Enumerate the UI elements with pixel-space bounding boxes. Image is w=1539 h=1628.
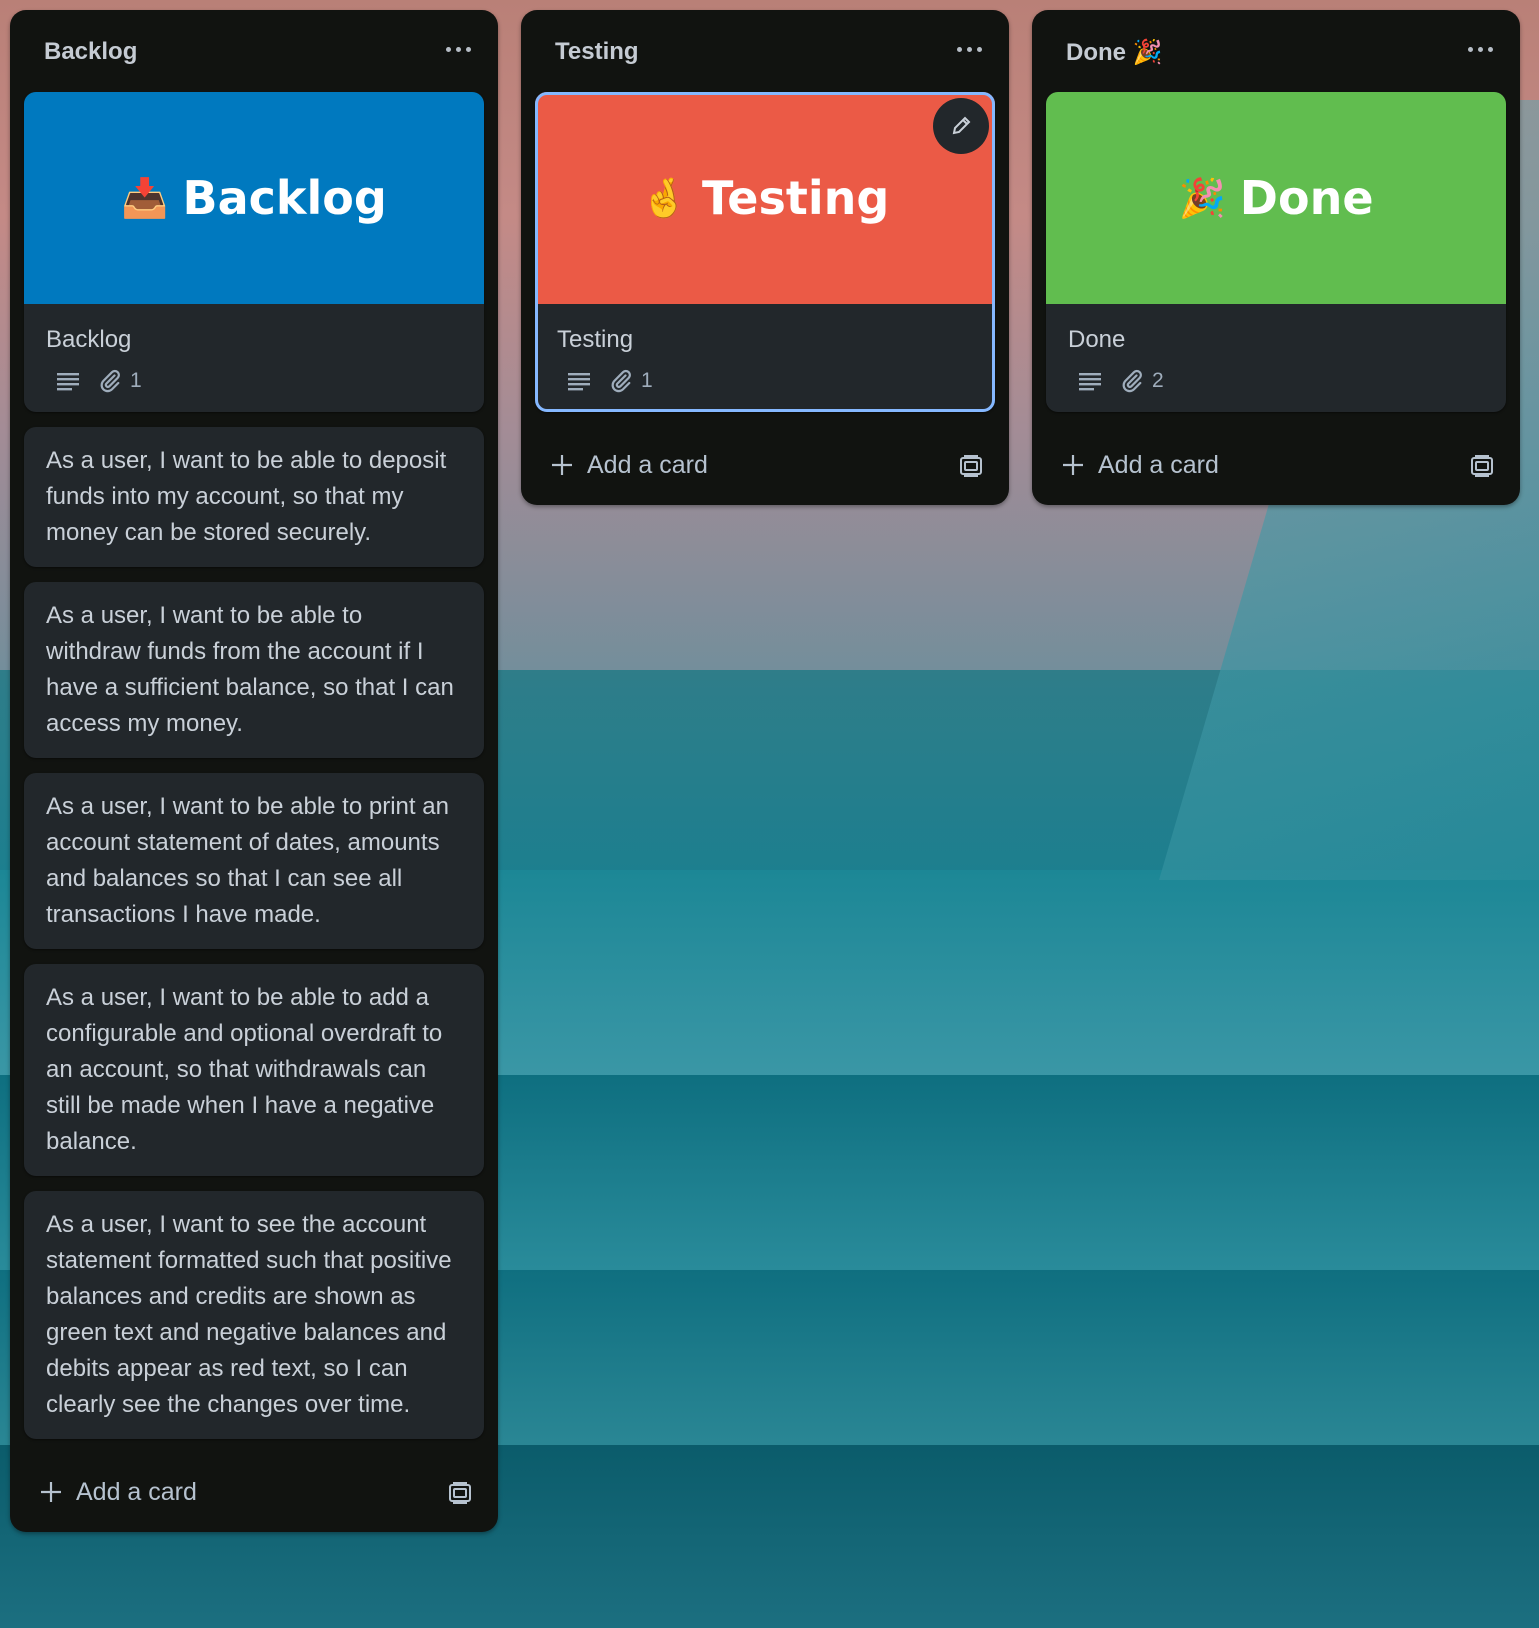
cover-text: Backlog [182,171,387,225]
list-footer: Add a card [10,1454,498,1532]
cover-card-testing[interactable]: 🤞 Testing Testing 1 [535,92,995,412]
attachment-count: 1 [130,369,142,392]
card-title: As a user, I want to be able to withdraw… [46,602,454,737]
create-from-template-button[interactable] [1462,447,1502,485]
list-title[interactable]: Done 🎉 [1066,38,1163,67]
attachment-count: 2 [1152,369,1164,392]
add-card-button[interactable]: Add a card [539,445,720,485]
card-title: Done [1068,326,1126,353]
list-header: Done 🎉 [1032,10,1520,92]
cover-card-done[interactable]: 🎉 Done Done 2 [1046,92,1506,412]
cover-text: Done [1239,171,1374,225]
card-title: Testing [557,326,634,353]
create-from-template-button[interactable] [951,447,991,485]
more-horizontal-icon [445,46,451,52]
list-menu-button[interactable] [951,34,987,64]
add-card-label: Add a card [76,1477,197,1506]
paperclip-icon [100,369,120,393]
card-title: Backlog [46,326,132,353]
description-badge [1078,371,1102,391]
more-horizontal-icon [956,46,962,52]
list-footer: Add a card [1032,427,1520,505]
description-lines-icon [568,373,590,391]
edit-card-button[interactable] [933,98,989,154]
description-badge [56,371,80,391]
list-item[interactable]: As a user, I want to be able to withdraw… [24,582,484,758]
inbox-tray-icon: 📥 [121,175,169,220]
party-popper-icon: 🎉 [1178,175,1226,220]
list-footer: Add a card [521,427,1009,505]
paperclip-icon [611,369,631,393]
paperclip-icon [1122,369,1142,393]
cover-text: Testing [702,171,890,225]
attachment-badge: 1 [609,369,653,393]
create-from-template-button[interactable] [440,1474,480,1512]
plus-icon [41,1482,61,1502]
card-cover: 📥 Backlog [24,92,484,304]
list-backlog: Backlog 📥 Backlog Backlog 1 As a user, I… [10,10,498,1532]
list-menu-button[interactable] [440,34,476,64]
list-done: Done 🎉 🎉 Done Done 2 Add a card [1032,10,1520,505]
list-item[interactable]: As a user, I want to be able to add a co… [24,964,484,1176]
add-card-button[interactable]: Add a card [1050,445,1231,485]
list-testing: Testing 🤞 Testing Testing 1 Add a card [521,10,1009,505]
card-title: As a user, I want to be able to add a co… [46,984,443,1155]
more-horizontal-icon [1467,46,1473,52]
list-title[interactable]: Backlog [44,38,137,66]
list-header: Backlog [10,10,498,92]
list-menu-button[interactable] [1462,34,1498,64]
card-template-icon [449,1482,471,1504]
card-title: As a user, I want to be able to deposit … [46,447,447,546]
plus-icon [1063,455,1083,475]
add-card-label: Add a card [1098,450,1219,479]
list-item[interactable]: As a user, I want to be able to print an… [24,773,484,949]
description-badge [567,371,591,391]
card-template-icon [960,455,982,477]
list-item[interactable]: As a user, I want to be able to deposit … [24,427,484,567]
attachment-badge: 2 [1120,369,1164,393]
crossed-fingers-icon: 🤞 [640,175,689,220]
card-cover: 🤞 Testing [535,92,995,304]
add-card-label: Add a card [587,450,708,479]
attachment-badge: 1 [98,369,142,393]
card-template-icon [1471,455,1493,477]
card-title: As a user, I want to be able to print an… [46,793,449,928]
description-lines-icon [57,373,79,391]
description-lines-icon [1079,373,1101,391]
add-card-button[interactable]: Add a card [28,1472,209,1512]
list-header: Testing [521,10,1009,92]
list-title[interactable]: Testing [555,38,639,66]
attachment-count: 1 [641,369,653,392]
pencil-icon [952,116,971,135]
card-cover: 🎉 Done [1046,92,1506,304]
list-item[interactable]: As a user, I want to see the account sta… [24,1191,484,1439]
plus-icon [552,455,572,475]
card-title: As a user, I want to see the account sta… [46,1211,452,1418]
cover-card-backlog[interactable]: 📥 Backlog Backlog 1 [24,92,484,412]
